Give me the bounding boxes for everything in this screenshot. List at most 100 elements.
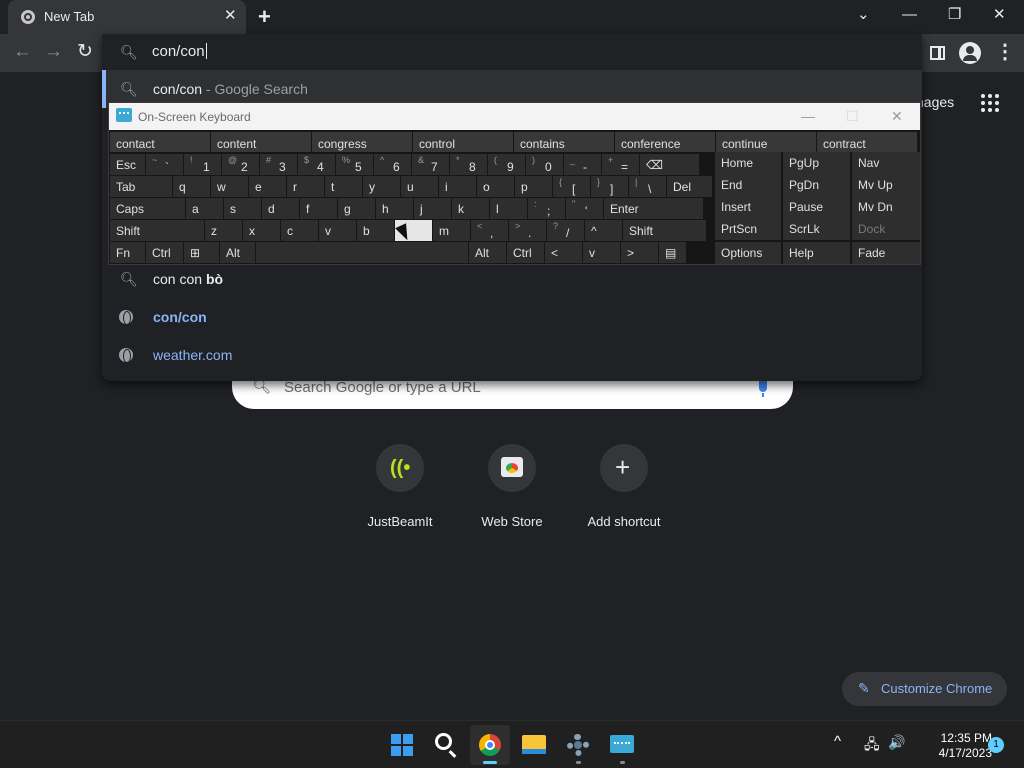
volume-icon[interactable]: 🔊 [888, 734, 905, 751]
osk-key-i[interactable]: i [439, 176, 476, 197]
osk-key-2[interactable]: @2 [222, 154, 259, 175]
start-button[interactable] [382, 725, 422, 765]
osk-key-alt[interactable]: Alt [469, 242, 506, 263]
osk-prediction-control[interactable]: control [413, 132, 513, 152]
osk-key-symbol[interactable]: ^ [585, 220, 622, 241]
osk-key-symbol[interactable]: ▤ [659, 242, 686, 263]
taskbar-search-button[interactable] [426, 725, 466, 765]
osk-key-u[interactable]: u [401, 176, 438, 197]
osk-key-symbol[interactable]: ? / [547, 220, 584, 241]
osk-key-symbol[interactable]: >. [509, 220, 546, 241]
osk-key-q[interactable]: q [173, 176, 210, 197]
osk-key-alt[interactable]: Alt [220, 242, 255, 263]
osk-key-8[interactable]: * 8 [450, 154, 487, 175]
osk-key-w[interactable]: w [211, 176, 248, 197]
osk-key-fade[interactable]: Fade [852, 242, 920, 264]
taskbar-on-screen-keyboard[interactable] [602, 725, 642, 765]
shortcut-add[interactable]: + Add shortcut [569, 444, 679, 529]
osk-key-pgdn[interactable]: PgDn [783, 174, 850, 196]
profile-icon[interactable] [959, 42, 981, 64]
side-panel-icon[interactable] [930, 46, 945, 60]
osk-key-pause[interactable]: Pause [783, 196, 850, 218]
osk-key-c[interactable]: c [281, 220, 318, 241]
forward-button[interactable]: → [44, 41, 63, 63]
ntp-search-placeholder[interactable]: Search Google or type a URL [284, 379, 481, 396]
close-window-button[interactable]: ✕ [993, 5, 1006, 25]
taskbar-file-explorer[interactable] [514, 725, 554, 765]
osk-key-insert[interactable]: Insert [715, 196, 781, 218]
omnibox-suggestion[interactable]: weather.com [102, 336, 922, 374]
osk-key-del[interactable]: Del [667, 176, 712, 197]
osk-key-prtscn[interactable]: PrtScn [715, 218, 781, 240]
osk-key-options[interactable]: Options [715, 242, 781, 264]
taskbar-chrome[interactable] [470, 725, 510, 765]
osk-key-pgup[interactable]: PgUp [783, 152, 850, 174]
osk-key-y[interactable]: y [363, 176, 400, 197]
osk-key-f[interactable]: f [300, 198, 337, 219]
osk-prediction-contact[interactable]: contact [110, 132, 210, 152]
osk-key-4[interactable]: $4 [298, 154, 335, 175]
new-tab-button[interactable]: + [258, 4, 271, 30]
shortcut-justbeamit[interactable]: ((• JustBeamIt [345, 444, 455, 529]
osk-key-symbol[interactable]: }] [591, 176, 628, 197]
osk-key-symbol[interactable]: ⊞ [184, 242, 219, 263]
osk-key-nav[interactable]: Nav [852, 152, 920, 174]
omnibox-input[interactable]: con/con [152, 43, 207, 60]
osk-key-v[interactable]: v [583, 242, 620, 263]
tray-overflow-chevron-icon[interactable]: ^ [834, 733, 841, 750]
osk-key-s[interactable]: s [224, 198, 261, 219]
omnibox-suggestion[interactable]: 🔍︎ con con bò [102, 260, 922, 298]
tab-new-tab[interactable]: New Tab ✕ [8, 0, 246, 34]
osk-key-symbol[interactable]: > [621, 242, 658, 263]
osk-key-shift[interactable]: Shift [623, 220, 706, 241]
osk-key-x[interactable]: x [243, 220, 280, 241]
osk-key-help[interactable]: Help [783, 242, 850, 264]
osk-key-symbol[interactable]: :; [528, 198, 565, 219]
osk-prediction-congress[interactable]: congress [312, 132, 412, 152]
osk-prediction-conference[interactable]: conference [615, 132, 715, 152]
osk-key-mv-up[interactable]: Mv Up [852, 174, 920, 196]
osk-key-o[interactable]: o [477, 176, 514, 197]
osk-key-symbol[interactable]: < [545, 242, 582, 263]
osk-key-r[interactable]: r [287, 176, 324, 197]
osk-key-6[interactable]: ^ 6 [374, 154, 411, 175]
osk-prediction-content[interactable]: content [211, 132, 311, 152]
osk-key-k[interactable]: k [452, 198, 489, 219]
omnibox-suggestion[interactable]: con/con [102, 298, 922, 336]
tab-search-button[interactable]: ⌄ [857, 5, 870, 25]
osk-prediction-contains[interactable]: contains [514, 132, 614, 152]
shortcut-web-store[interactable]: Web Store [457, 444, 567, 529]
osk-key-space[interactable] [256, 242, 468, 263]
osk-key-symbol[interactable]: " ' [566, 198, 603, 219]
osk-key-a[interactable]: a [186, 198, 223, 219]
osk-key-mv-dn[interactable]: Mv Dn [852, 196, 920, 218]
osk-key-ctrl[interactable]: Ctrl [146, 242, 183, 263]
osk-key-symbol[interactable]: | \ [629, 176, 666, 197]
osk-key-symbol[interactable]: + = [602, 154, 639, 175]
osk-key-l[interactable]: l [490, 198, 527, 219]
osk-key-esc[interactable]: Esc [110, 154, 145, 175]
restore-button[interactable]: ❐ [948, 5, 961, 25]
osk-key-fn[interactable]: Fn [110, 242, 145, 263]
osk-key-e[interactable]: e [249, 176, 286, 197]
google-apps-icon[interactable] [981, 94, 999, 112]
osk-key-d[interactable]: d [262, 198, 299, 219]
osk-key-scrlk[interactable]: ScrLk [783, 218, 850, 240]
osk-key-symbol[interactable]: _ - [564, 154, 601, 175]
osk-key-1[interactable]: ! 1 [184, 154, 221, 175]
osk-key-shift[interactable]: Shift [110, 220, 204, 241]
notification-badge[interactable]: 1 [988, 737, 1004, 753]
osk-key-0[interactable]: ) 0 [526, 154, 563, 175]
back-button[interactable]: ← [13, 41, 32, 63]
osk-key-dock[interactable]: Dock [852, 218, 920, 240]
osk-minimize-button[interactable]: — [801, 107, 815, 125]
taskbar-clock[interactable]: 12:35 PM 4/17/2023 [912, 731, 992, 761]
osk-key-tab[interactable]: Tab [110, 176, 172, 197]
osk-key-7[interactable]: & 7 [412, 154, 449, 175]
osk-key-v[interactable]: v [319, 220, 356, 241]
osk-key-b[interactable]: b [357, 220, 394, 241]
minimize-button[interactable]: — [902, 5, 917, 25]
tab-close-button[interactable]: ✕ [224, 7, 237, 25]
osk-key-z[interactable]: z [205, 220, 242, 241]
osk-key-j[interactable]: j [414, 198, 451, 219]
